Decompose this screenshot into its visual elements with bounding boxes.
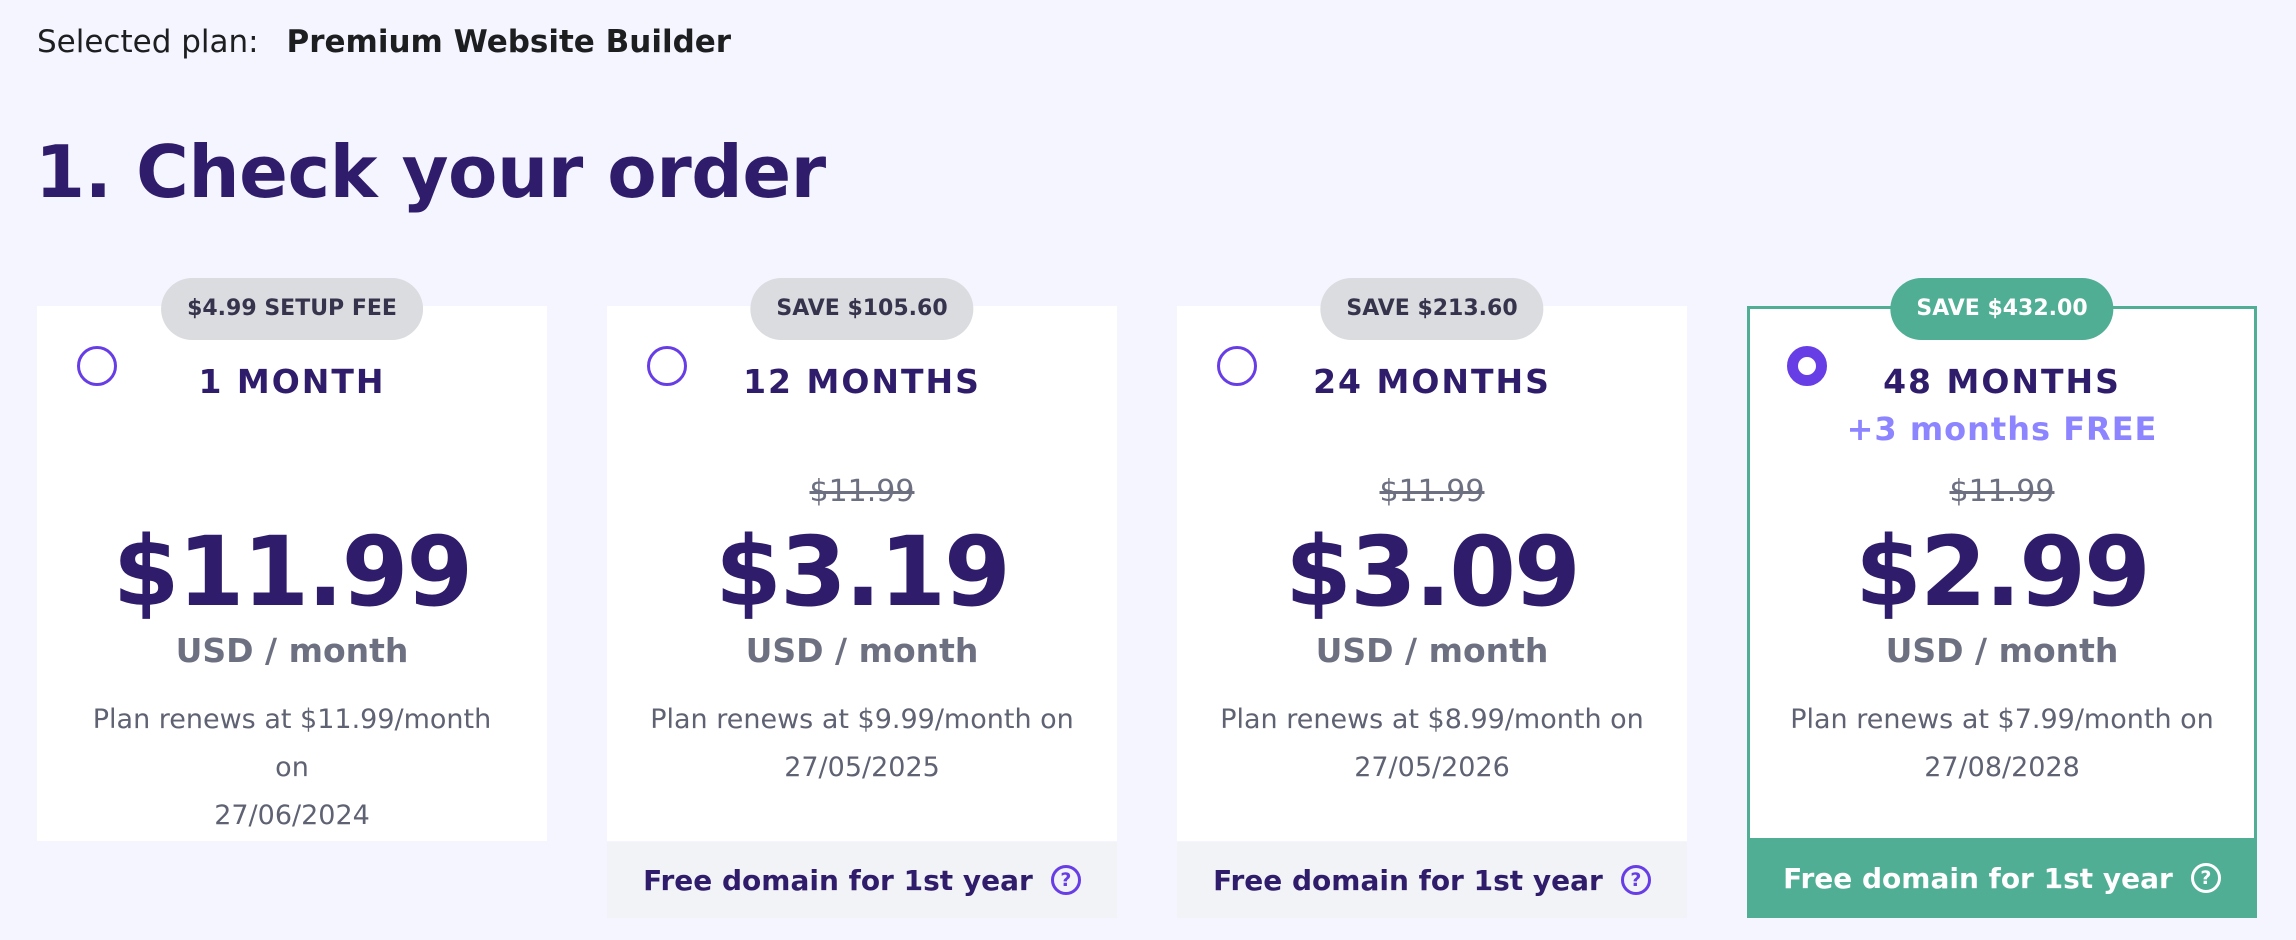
plan-price: $3.19	[715, 516, 1011, 628]
question-circle-icon[interactable]: ?	[1620, 865, 1651, 895]
free-domain-label: Free domain for 1st year	[643, 863, 1033, 897]
renewal-date: 27/06/2024	[214, 800, 370, 831]
setup-fee-badge: $4.99 SETUP FEE	[161, 278, 423, 340]
free-domain-bar-48-months: Free domain for 1st year ?	[1747, 838, 2257, 918]
plan-card-12-months[interactable]: SAVE $105.60 12 MONTHS $11.99 $3.19 USD …	[607, 278, 1117, 841]
plan-duration: 24 MONTHS	[1313, 362, 1551, 401]
plan-renewal-info: Plan renews at $7.99/month on 27/08/2028	[1790, 696, 2214, 792]
plan-duration: 1 MONTH	[198, 362, 386, 401]
plan-duration: 12 MONTHS	[743, 362, 981, 401]
free-domain-label: Free domain for 1st year	[1213, 863, 1603, 897]
savings-badge: SAVE $213.60	[1320, 278, 1544, 340]
plan-price: $11.99	[112, 516, 473, 628]
page-title: 1. Check your order	[35, 130, 826, 214]
plan-old-price: $11.99	[809, 474, 915, 509]
selected-plan-value: Premium Website Builder	[286, 24, 732, 60]
selected-plan-row: Selected plan: Premium Website Builder	[37, 20, 731, 64]
renewal-date: 27/05/2026	[1354, 752, 1510, 783]
plan-renewal-info: Plan renews at $11.99/month on 27/06/202…	[77, 696, 507, 840]
free-domain-label: Free domain for 1st year	[1783, 861, 2173, 895]
free-domain-bar-24-months: Free domain for 1st year ?	[1177, 842, 1687, 918]
savings-badge: SAVE $432.00	[1890, 278, 2114, 340]
plan-price-unit: USD / month	[745, 631, 979, 670]
plan-price-unit: USD / month	[1315, 631, 1549, 670]
plan-bonus: +3 months FREE	[1846, 410, 2158, 448]
plan-card-24-months[interactable]: SAVE $213.60 24 MONTHS $11.99 $3.09 USD …	[1177, 278, 1687, 841]
renewal-price-line: Plan renews at $11.99/month on	[92, 704, 492, 783]
plan-old-price: $11.99	[1379, 474, 1485, 509]
plan-price: $3.09	[1285, 516, 1581, 628]
renewal-date: 27/08/2028	[1924, 752, 2080, 783]
renewal-price-line: Plan renews at $9.99/month on	[650, 704, 1074, 735]
renewal-date: 27/05/2025	[784, 752, 940, 783]
savings-badge: SAVE $105.60	[750, 278, 974, 340]
plan-duration: 48 MONTHS	[1883, 362, 2121, 401]
free-domain-bar-12-months: Free domain for 1st year ?	[607, 842, 1117, 918]
plan-price-unit: USD / month	[175, 631, 409, 670]
plan-renewal-info: Plan renews at $9.99/month on 27/05/2025	[647, 696, 1077, 792]
plan-old-price: $11.99	[1949, 474, 2055, 509]
renewal-price-line: Plan renews at $8.99/month on	[1220, 704, 1644, 735]
plan-price-unit: USD / month	[1885, 631, 2119, 670]
plan-card-48-months[interactable]: SAVE $432.00 48 MONTHS +3 months FREE $1…	[1747, 278, 2257, 841]
plan-price: $2.99	[1855, 516, 2151, 628]
question-circle-icon[interactable]: ?	[2190, 863, 2221, 893]
renewal-price-line: Plan renews at $7.99/month on	[1790, 704, 2214, 735]
plan-card-1-month[interactable]: $4.99 SETUP FEE 1 MONTH $11.99 USD / mon…	[37, 278, 547, 841]
question-circle-icon[interactable]: ?	[1050, 865, 1081, 895]
plan-renewal-info: Plan renews at $8.99/month on 27/05/2026	[1217, 696, 1647, 792]
selected-plan-label: Selected plan:	[37, 24, 259, 60]
